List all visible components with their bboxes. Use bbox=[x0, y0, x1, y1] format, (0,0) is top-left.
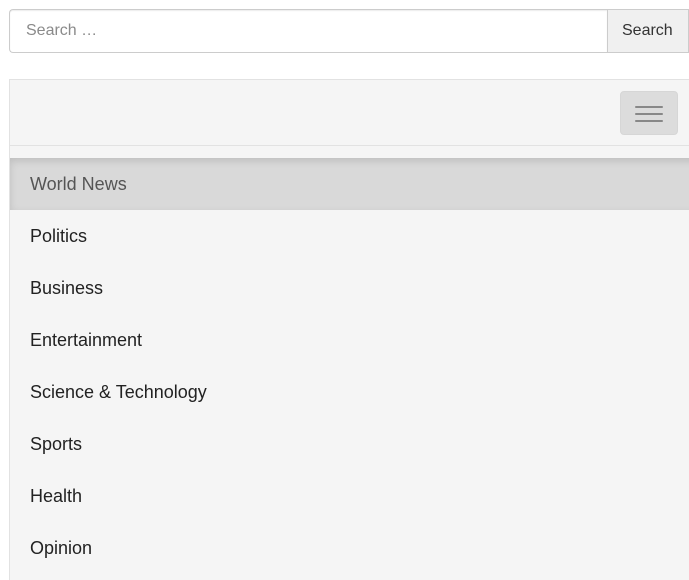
nav-item-entertainment[interactable]: Entertainment bbox=[10, 314, 689, 366]
nav-item-business[interactable]: Business bbox=[10, 262, 689, 314]
search-button[interactable]: Search bbox=[607, 9, 689, 53]
nav-item-sports[interactable]: Sports bbox=[10, 418, 689, 470]
hamburger-icon bbox=[635, 106, 663, 122]
navbar-header bbox=[10, 80, 689, 146]
nav-menu: World News Politics Business Entertainme… bbox=[10, 146, 689, 574]
nav-item-science-technology[interactable]: Science & Technology bbox=[10, 366, 689, 418]
main-navbar: World News Politics Business Entertainme… bbox=[9, 79, 689, 580]
nav-item-opinion[interactable]: Opinion bbox=[10, 522, 689, 574]
nav-item-world-news[interactable]: World News bbox=[10, 158, 689, 210]
search-form: Search bbox=[9, 9, 689, 53]
nav-item-health[interactable]: Health bbox=[10, 470, 689, 522]
navbar-toggle-button[interactable] bbox=[620, 91, 678, 135]
page: Search World News Politics Business Ente… bbox=[0, 0, 689, 580]
nav-item-politics[interactable]: Politics bbox=[10, 210, 689, 262]
search-input[interactable] bbox=[9, 9, 607, 53]
